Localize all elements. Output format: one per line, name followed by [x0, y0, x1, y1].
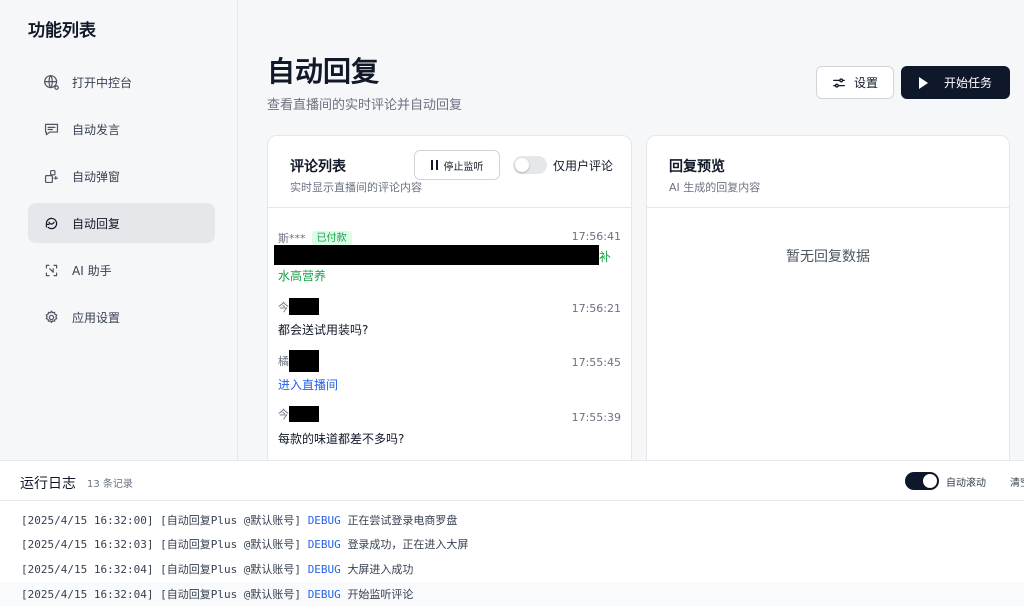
sidebar-item-label: 自动回复 [72, 216, 121, 231]
comment-time: 17:55:39 [571, 411, 621, 424]
comment-time: 17:55:45 [571, 356, 621, 369]
log-line: [2025/4/15 16:32:00] [自动回复Plus @默认账号] DE… [21, 514, 458, 527]
main-content: 自动回复 查看直播间的实时评论并自动回复 设置 开始任务 评论列表 实时显示直播… [239, 0, 1024, 470]
sidebar-item-auto-speak[interactable]: 自动发言 [28, 109, 215, 149]
reply-icon [42, 214, 60, 232]
sidebar: 功能列表 打开中控台 自动发言 自动弹窗 自动回复 AI 助手 应用设置 [0, 0, 238, 460]
log-header: 运行日志 13 条记录 自动滚动 清空 [0, 461, 1024, 501]
page-subtitle: 查看直播间的实时评论并自动回复 [267, 98, 463, 113]
sidebar-item-console[interactable]: 打开中控台 [28, 62, 215, 102]
comments-card-header: 评论列表 实时显示直播间的评论内容 停止监听 仅用户评论 [268, 136, 631, 208]
clear-log-button[interactable]: 清空 [1010, 474, 1024, 489]
play-icon [918, 76, 928, 89]
sidebar-item-ai-assistant[interactable]: AI 助手 [28, 250, 215, 290]
sidebar-item-label: 自动发言 [72, 122, 121, 137]
start-task-label: 开始任务 [943, 76, 992, 90]
stop-listening-button[interactable]: 停止监听 [414, 150, 500, 180]
comment-item: 斯*** 已付款 17:56:41 补 水高营养 [274, 230, 621, 290]
redaction-block [289, 298, 319, 315]
app-window: 功能列表 打开中控台 自动发言 自动弹窗 自动回复 AI 助手 应用设置 自动回… [0, 0, 1024, 616]
user-only-label: 仅用户评论 [553, 159, 614, 173]
redaction-block [289, 350, 319, 372]
empty-state-text: 暂无回复数据 [786, 249, 870, 265]
log-level: DEBUG [307, 538, 341, 551]
comment-link[interactable]: 进入直播间 [278, 376, 338, 393]
sidebar-title: 功能列表 [28, 21, 96, 41]
comment-item: 橘 17:55:45 进入直播间 [278, 350, 621, 398]
log-level: DEBUG [307, 588, 341, 601]
gear-icon [42, 308, 60, 326]
reply-preview-card: 回复预览 AI 生成的回复内容 暂无回复数据 [646, 135, 1010, 470]
comment-time: 17:56:41 [571, 230, 621, 243]
sidebar-item-auto-reply[interactable]: 自动回复 [28, 203, 215, 243]
comments-desc: 实时显示直播间的评论内容 [290, 181, 422, 194]
comment-text: 都会送试用装吗? [278, 323, 369, 337]
paid-badge: 已付款 [311, 230, 352, 246]
log-line: [2025/4/15 16:32:04] [自动回复Plus @默认账号] DE… [21, 588, 414, 601]
comment-username: 今 [278, 298, 319, 315]
sliders-icon [833, 77, 845, 88]
toggle-knob [923, 474, 937, 488]
sidebar-item-label: 自动弹窗 [72, 169, 121, 184]
comment-username: 橘 [278, 350, 319, 372]
comment-item: 今 17:55:39 每款的味道都差不多吗? [278, 406, 621, 454]
sidebar-item-label: 打开中控台 [72, 75, 133, 90]
log-line: [2025/4/15 16:32:04] [自动回复Plus @默认账号] DE… [21, 563, 414, 576]
log-panel: 运行日志 13 条记录 自动滚动 清空 [2025/4/15 16:32:00]… [0, 460, 1024, 616]
toggle-knob [515, 158, 529, 172]
settings-button-label: 设置 [853, 76, 878, 90]
user-only-toggle[interactable] [513, 156, 547, 174]
comment-text: 每款的味道都差不多吗? [278, 432, 405, 446]
autoscroll-toggle[interactable] [905, 472, 939, 490]
comment-username: 今 [278, 406, 319, 422]
start-task-button[interactable]: 开始任务 [901, 66, 1010, 99]
sidebar-item-label: 应用设置 [72, 310, 121, 325]
log-line: [2025/4/15 16:32:03] [自动回复Plus @默认账号] DE… [21, 538, 469, 551]
preview-card-header: 回复预览 AI 生成的回复内容 [647, 136, 1009, 208]
preview-title: 回复预览 [669, 159, 725, 175]
stop-listening-label: 停止监听 [443, 161, 484, 173]
log-level: DEBUG [307, 514, 341, 527]
comment-text: 补 [599, 250, 612, 264]
popup-icon [42, 167, 60, 185]
comment-item: 今 17:56:21 都会送试用装吗? [278, 298, 621, 346]
comments-title: 评论列表 [290, 159, 346, 175]
comments-card: 评论列表 实时显示直播间的评论内容 停止监听 仅用户评论 斯*** 已付款 17… [267, 135, 632, 470]
ai-icon [42, 261, 60, 279]
message-icon [42, 120, 60, 138]
preview-desc: AI 生成的回复内容 [669, 181, 761, 194]
comment-username: 斯*** 已付款 [278, 230, 352, 246]
sidebar-item-auto-popup[interactable]: 自动弹窗 [28, 156, 215, 196]
pause-icon [430, 160, 438, 170]
settings-button[interactable]: 设置 [816, 66, 894, 99]
redaction-block [289, 406, 319, 422]
comment-time: 17:56:21 [571, 302, 621, 315]
redaction-block [274, 245, 599, 265]
log-title: 运行日志 [20, 476, 76, 492]
log-level: DEBUG [307, 563, 341, 576]
page-title: 自动回复 [267, 55, 380, 88]
log-count: 13 条记录 [87, 479, 133, 490]
comment-text: 水高营养 [278, 269, 327, 283]
sidebar-item-label: AI 助手 [72, 263, 112, 278]
autoscroll-label: 自动滚动 [946, 478, 986, 489]
sidebar-item-app-settings[interactable]: 应用设置 [28, 297, 215, 337]
globe-icon [42, 73, 60, 91]
